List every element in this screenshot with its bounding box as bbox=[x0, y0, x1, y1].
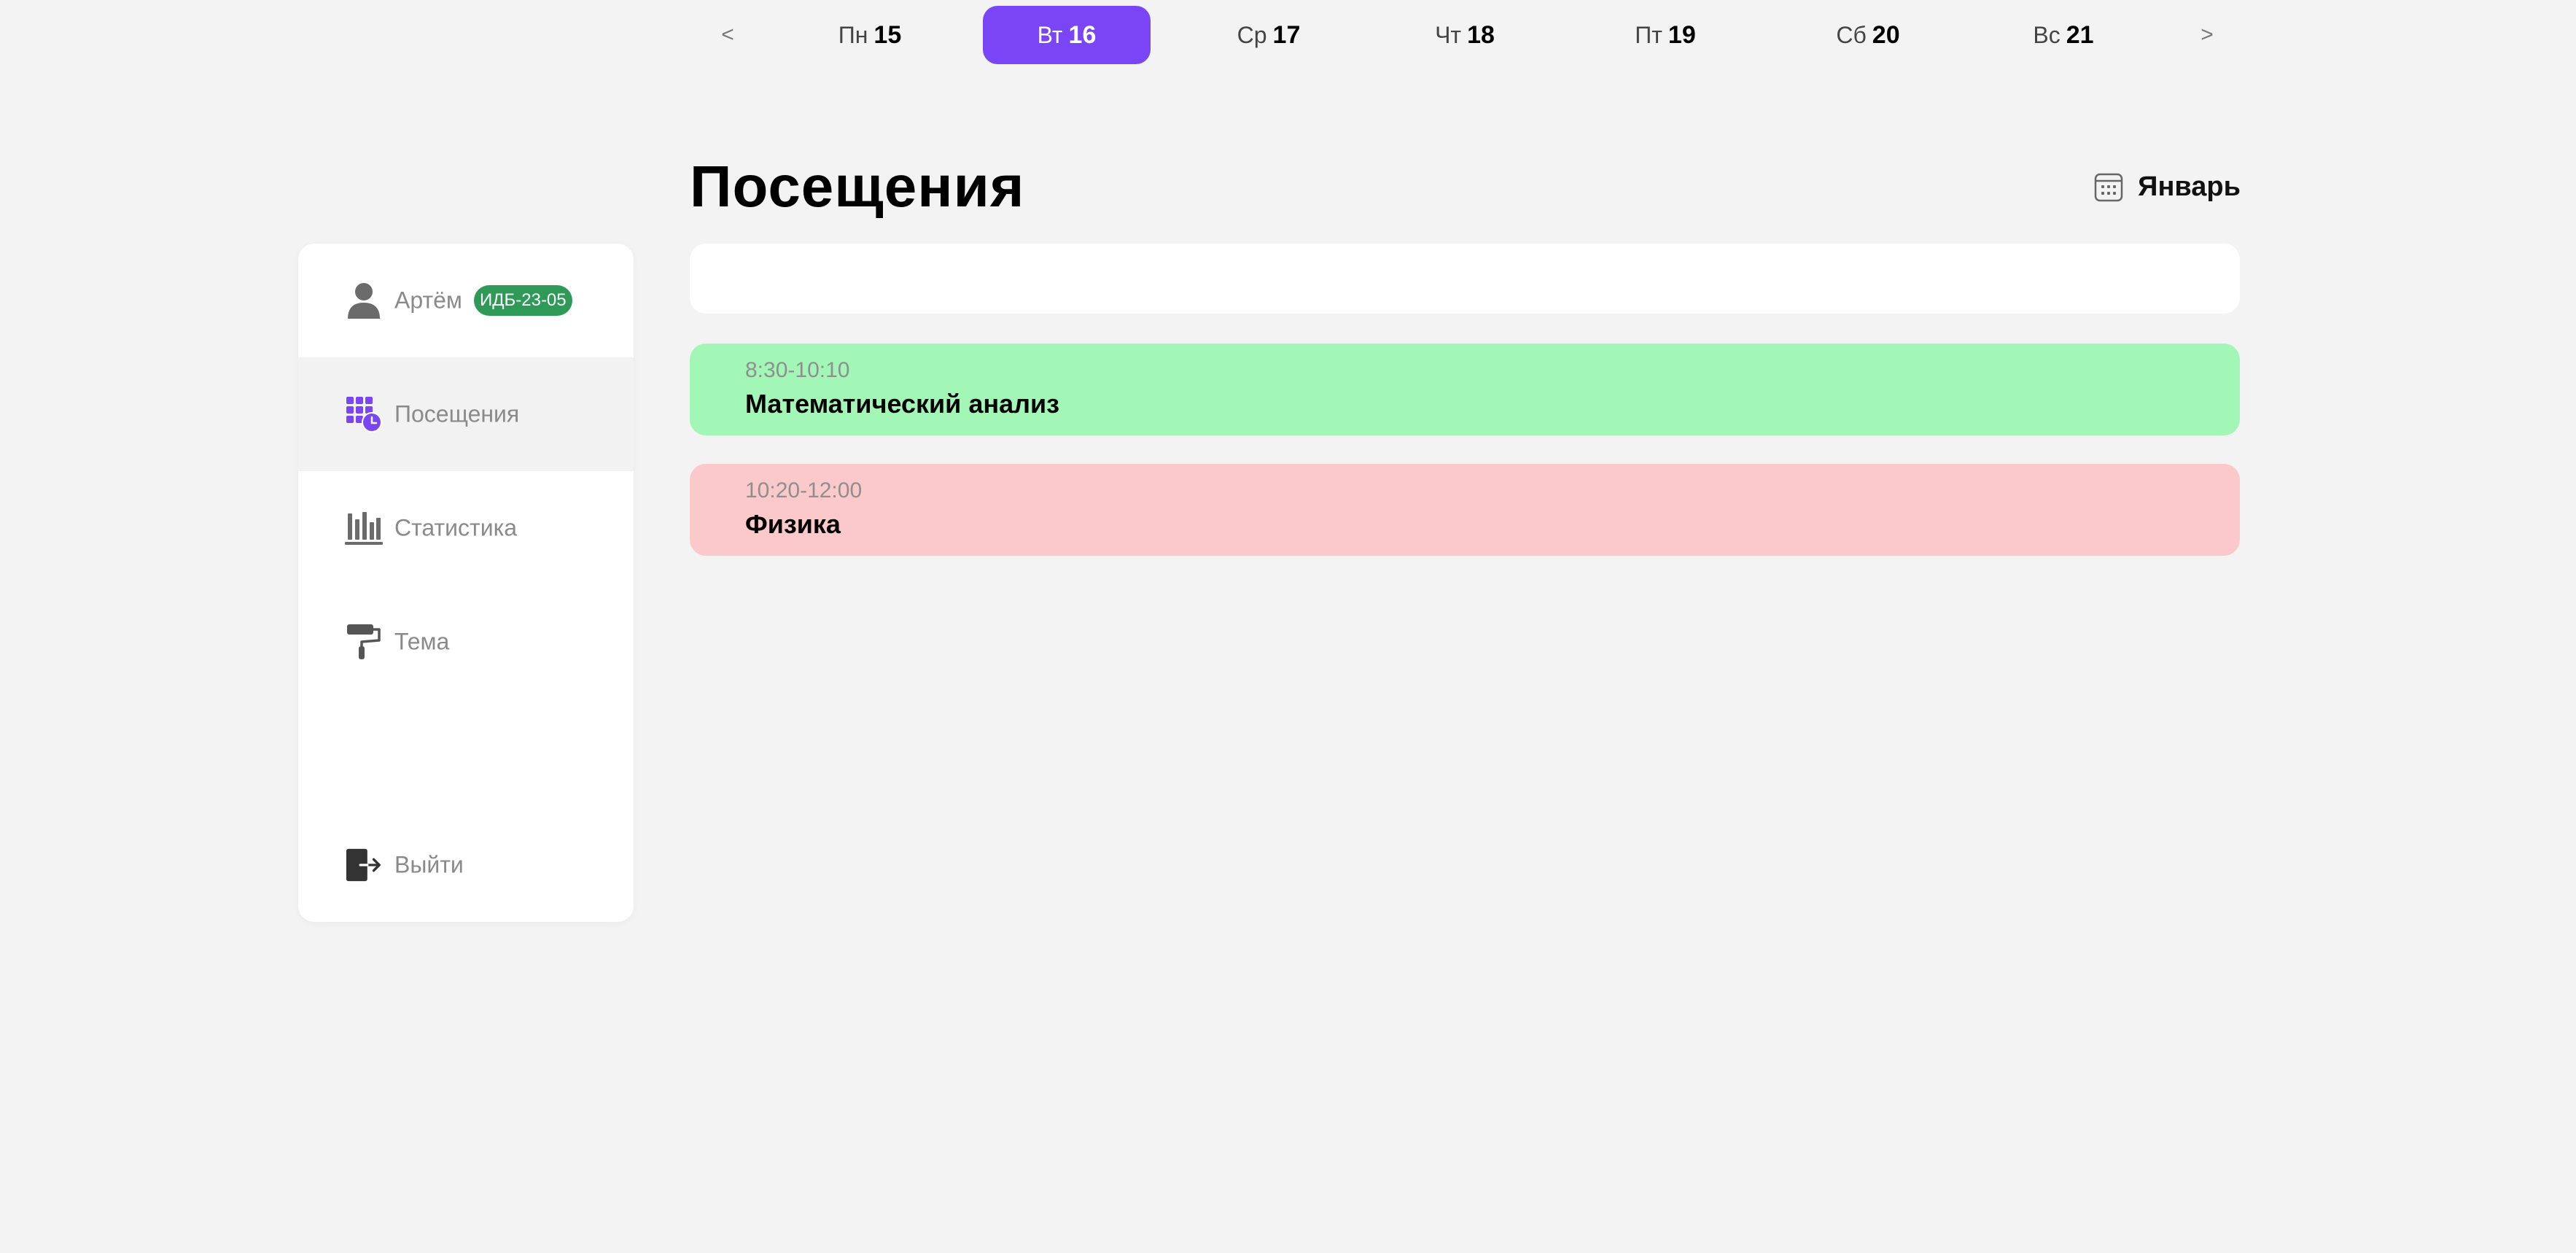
day-name: Пн bbox=[838, 21, 868, 48]
month-picker[interactable]: Январь bbox=[2094, 170, 2241, 203]
sidebar-item-label: Посещения bbox=[394, 400, 520, 427]
user-name: Артём bbox=[394, 287, 462, 314]
day-name: Вс bbox=[2033, 21, 2061, 48]
sidebar-item-theme[interactable]: Тема bbox=[298, 585, 634, 699]
day-mon[interactable]: Пн 15 bbox=[786, 6, 954, 64]
day-name: Пт bbox=[1635, 21, 1662, 48]
day-number: 19 bbox=[1668, 20, 1696, 49]
page-title: Посещения bbox=[690, 154, 1025, 219]
sidebar-item-label: Статистика bbox=[394, 514, 518, 541]
logout-icon bbox=[345, 846, 383, 884]
day-wed[interactable]: Ср 17 bbox=[1185, 6, 1353, 64]
day-number: 21 bbox=[2066, 20, 2094, 49]
month-label: Январь bbox=[2138, 171, 2241, 202]
day-fri[interactable]: Пт 19 bbox=[1581, 6, 1749, 64]
lesson-time: 10:20-12:00 bbox=[745, 478, 863, 503]
sidebar-item-profile[interactable]: Артём ИДБ-23-05 bbox=[298, 244, 634, 357]
sidebar-item-attendance[interactable]: Посещения bbox=[298, 357, 634, 471]
lesson-card[interactable]: 8:30-10:10 Математический анализ bbox=[690, 344, 2240, 435]
sidebar-item-label: Тема bbox=[394, 628, 450, 655]
attendance-icon bbox=[345, 395, 383, 433]
calendar-icon bbox=[2094, 173, 2123, 202]
day-sat[interactable]: Сб 20 bbox=[1784, 6, 1952, 64]
day-thu[interactable]: Чт 18 bbox=[1381, 6, 1549, 64]
sidebar: Артём ИДБ-23-05 Посещения Статистика Тем… bbox=[298, 244, 634, 922]
day-name: Ср bbox=[1237, 21, 1267, 48]
lesson-time: 8:30-10:10 bbox=[745, 358, 850, 382]
day-sun[interactable]: Вс 21 bbox=[1980, 6, 2147, 64]
bar-chart-icon bbox=[345, 509, 383, 547]
day-number: 17 bbox=[1272, 20, 1301, 49]
day-name: Вт bbox=[1037, 21, 1063, 48]
next-week-button[interactable]: > bbox=[2185, 0, 2229, 70]
day-number: 20 bbox=[1872, 20, 1900, 49]
day-number: 18 bbox=[1467, 20, 1495, 49]
day-name: Сб bbox=[1836, 21, 1867, 48]
day-number: 15 bbox=[873, 20, 902, 49]
prev-week-button[interactable]: < bbox=[706, 0, 750, 70]
logout-label: Выйти bbox=[394, 851, 464, 878]
day-name: Чт bbox=[1435, 21, 1462, 48]
day-number: 16 bbox=[1068, 20, 1097, 49]
lesson-subject: Математический анализ bbox=[745, 389, 1059, 419]
paint-roller-icon bbox=[345, 623, 383, 661]
lesson-subject: Физика bbox=[745, 509, 841, 539]
week-selector bbox=[690, 244, 2240, 314]
group-badge: ИДБ-23-05 bbox=[474, 285, 572, 316]
day-tue[interactable]: Вт 16 bbox=[983, 6, 1151, 64]
logout-button[interactable]: Выйти bbox=[298, 808, 634, 922]
user-icon bbox=[345, 282, 383, 319]
lesson-card[interactable]: 10:20-12:00 Физика bbox=[690, 464, 2240, 556]
sidebar-item-statistics[interactable]: Статистика bbox=[298, 471, 634, 585]
